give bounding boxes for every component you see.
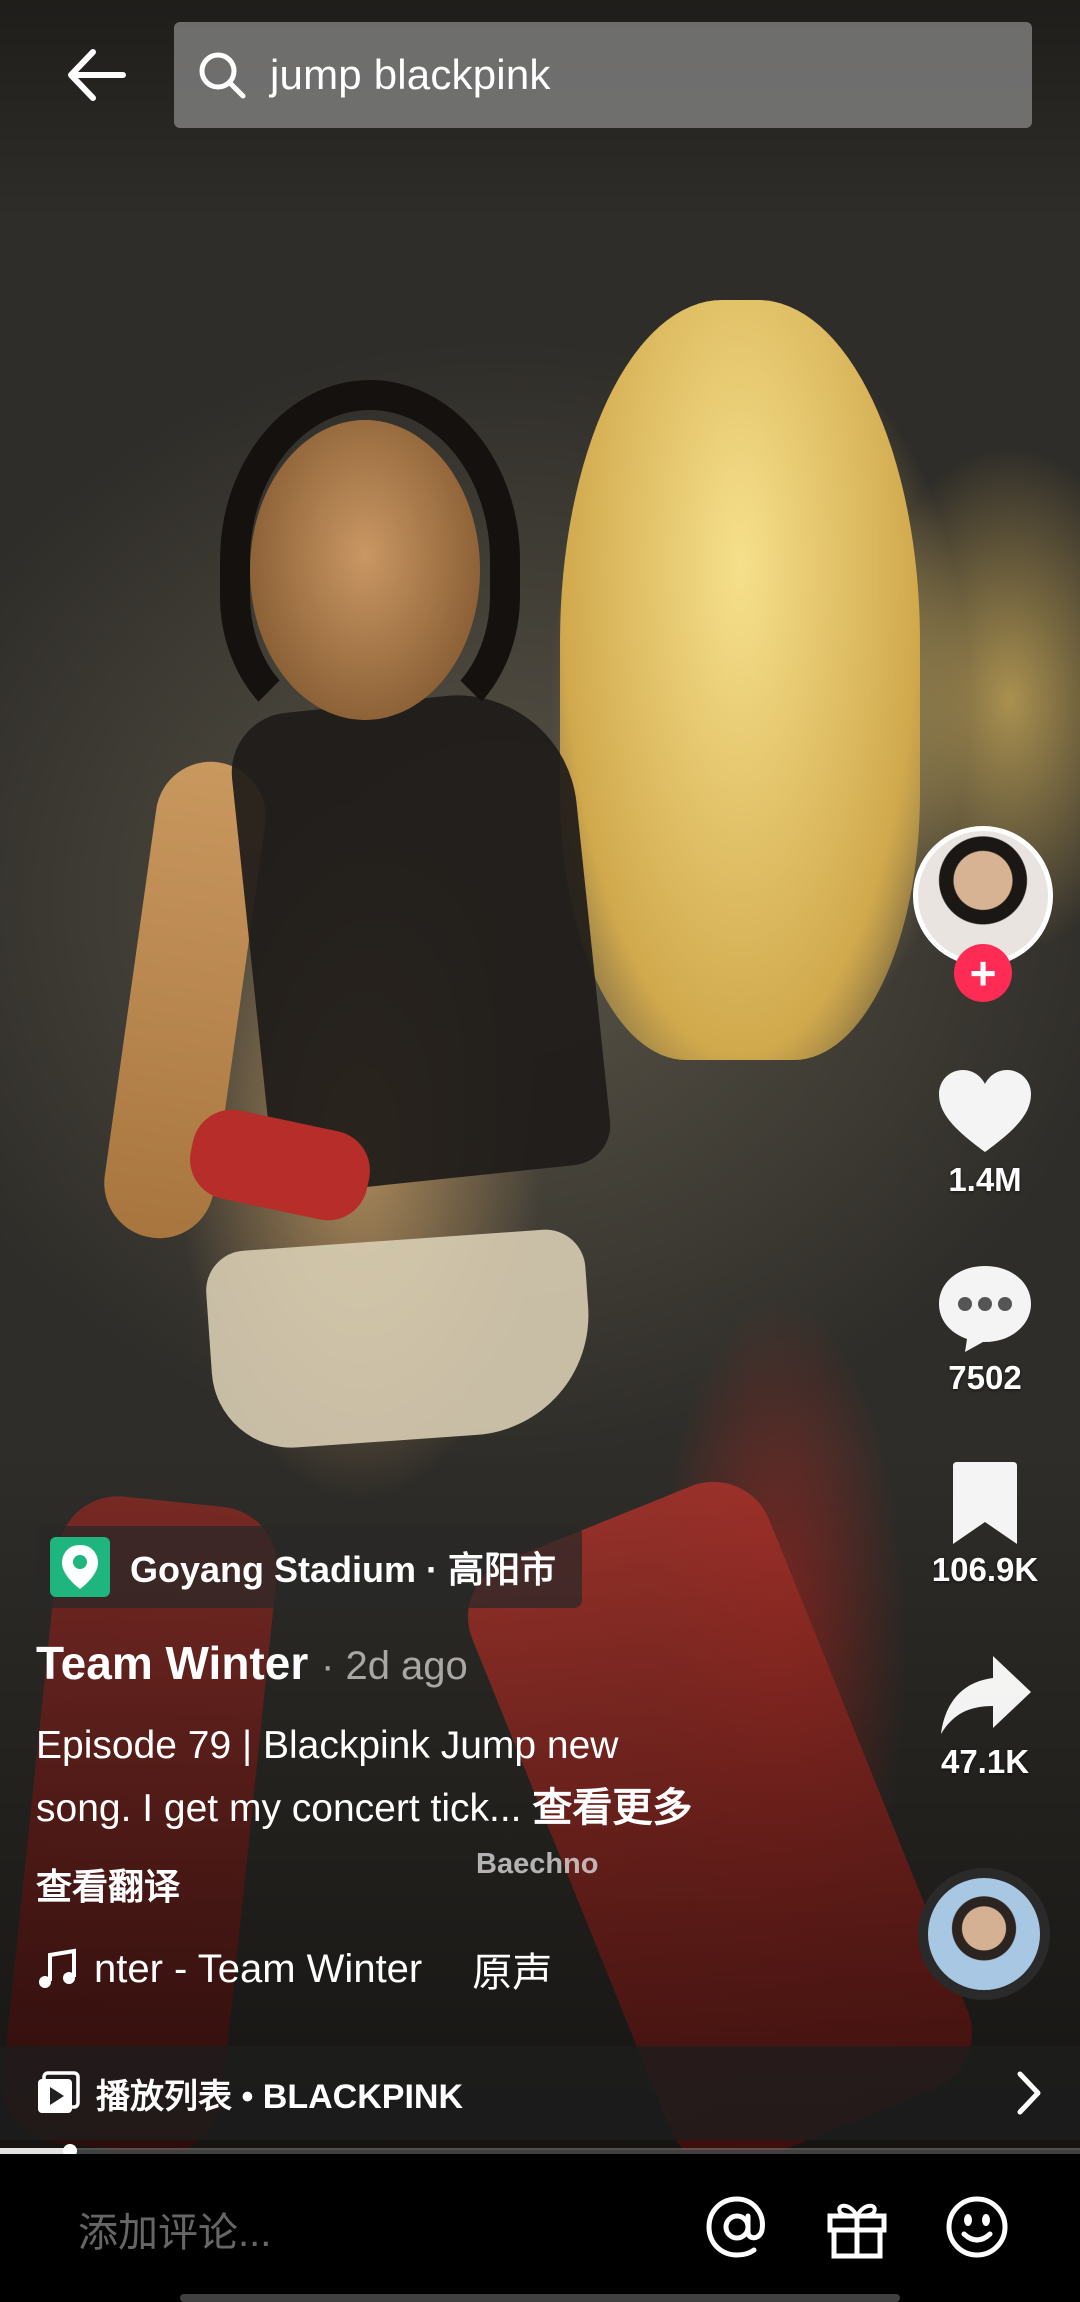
bookmark-icon bbox=[953, 1462, 1017, 1544]
mention-button[interactable] bbox=[702, 2192, 772, 2262]
emoji-icon bbox=[946, 2196, 1008, 2258]
music-title: nter - Team Winter bbox=[94, 1946, 423, 1991]
gift-icon bbox=[827, 2203, 887, 2259]
share-button[interactable]: 47.1K bbox=[900, 1652, 1070, 1781]
video-figure-shorts bbox=[203, 1226, 597, 1454]
comment-input[interactable]: 添加评论... bbox=[78, 2200, 271, 2258]
post-description: Episode 79 | Blackpink Jump new song. I … bbox=[36, 1715, 836, 1840]
search-icon bbox=[199, 52, 246, 99]
share-icon bbox=[941, 1656, 1031, 1734]
search-query: jump blackpink bbox=[270, 51, 551, 98]
music-original-label: 原声 bbox=[472, 1951, 553, 1995]
location-label: Goyang Stadium · 高阳市 bbox=[130, 1549, 557, 1590]
favorite-count: 106.9K bbox=[931, 1551, 1039, 1588]
author-name[interactable]: Team Winter bbox=[36, 1637, 308, 1689]
comment-icon bbox=[939, 1266, 1031, 1352]
location-pin-icon bbox=[50, 1537, 110, 1597]
comment-bar: 添加评论... bbox=[0, 2154, 1080, 2302]
video-watermark: Baechno bbox=[476, 1848, 599, 1880]
follow-button[interactable]: + bbox=[954, 944, 1012, 1002]
heart-icon bbox=[939, 1070, 1031, 1152]
emoji-button[interactable] bbox=[942, 2192, 1012, 2262]
comment-count: 7502 bbox=[948, 1359, 1022, 1396]
description-line-2: song. I get my concert tick... bbox=[36, 1787, 522, 1830]
chevron-right-icon bbox=[1017, 2071, 1041, 2115]
description-line-1: Episode 79 | Blackpink Jump new bbox=[36, 1724, 619, 1767]
music-note-icon bbox=[39, 1948, 76, 1988]
home-indicator bbox=[180, 2294, 900, 2302]
like-count: 1.4M bbox=[948, 1161, 1022, 1198]
music-info[interactable]: nter - Team Winter 原声 bbox=[36, 1940, 552, 1998]
back-arrow-icon bbox=[68, 49, 126, 101]
search-bar[interactable]: jump blackpink bbox=[174, 22, 1032, 128]
video-figure-head bbox=[250, 420, 480, 720]
see-more-link[interactable]: 查看更多 bbox=[532, 1786, 692, 1830]
translate-link[interactable]: 查看翻译 bbox=[36, 1858, 180, 1910]
comment-button[interactable]: 7502 bbox=[900, 1262, 1070, 1397]
at-icon bbox=[706, 2196, 765, 2258]
post-time: · 2d ago bbox=[321, 1644, 468, 1688]
back-button[interactable] bbox=[50, 35, 140, 115]
playlist-icon bbox=[38, 2071, 80, 2113]
author-line: Team Winter · 2d ago bbox=[36, 1636, 468, 1690]
location-tag[interactable]: Goyang Stadium · 高阳市 bbox=[36, 1526, 583, 1608]
like-button[interactable]: 1.4M bbox=[900, 1066, 1070, 1199]
playlist-label: 播放列表 • BLACKPINK bbox=[96, 2077, 464, 2116]
music-disc[interactable] bbox=[918, 1868, 1050, 2000]
share-count: 47.1K bbox=[940, 1743, 1030, 1780]
favorite-button[interactable]: 106.9K bbox=[900, 1460, 1070, 1589]
gift-button[interactable] bbox=[822, 2192, 892, 2262]
video-figure-blonde bbox=[560, 300, 920, 1060]
playlist-bar[interactable]: 播放列表 • BLACKPINK bbox=[0, 2046, 1080, 2140]
